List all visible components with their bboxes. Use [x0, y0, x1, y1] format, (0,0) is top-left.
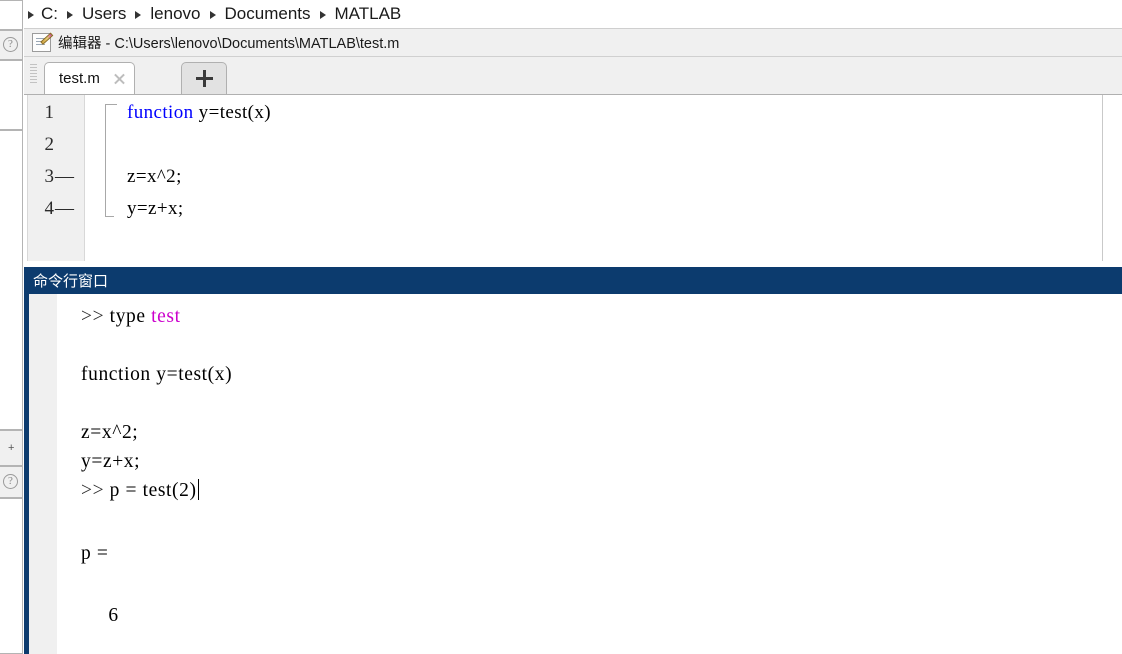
cw-line-2: function y=test(x) — [81, 364, 233, 385]
gutter-rail — [24, 95, 28, 261]
left-panel-help-slot-bottom: ? — [0, 466, 23, 498]
left-panel-help-slot-top: ? — [0, 30, 23, 60]
command-window-margin — [29, 294, 57, 654]
help-icon-top[interactable]: ? — [3, 37, 18, 52]
left-panel-body-fragment — [0, 130, 23, 430]
chevron-right-icon-3 — [209, 11, 216, 19]
cw-line-10: 6 — [81, 605, 119, 626]
column-guide-line — [1102, 95, 1103, 261]
close-icon[interactable] — [112, 72, 126, 86]
editor-title-text: 编辑器 - C:\Users\lenovo\Documents\MATLAB\t… — [58, 36, 400, 52]
code-fold-end — [105, 207, 114, 217]
editor-titlebar: 编辑器 - C:\Users\lenovo\Documents\MATLAB\t… — [24, 29, 1122, 57]
tab-label: test.m — [59, 70, 100, 87]
help-icon-bottom[interactable]: ? — [3, 474, 18, 489]
code-line-3: z=x^2; — [127, 166, 182, 187]
command-window-body: >> type test function y=test(x) z=x^2; y… — [24, 294, 1122, 654]
cw-cmd-6: p = test(2) — [109, 480, 197, 501]
code-editor-text-area[interactable]: function y=test(x) z=x^2; y=z+x; — [85, 95, 1122, 261]
plus-icon — [195, 70, 213, 87]
cw-line-4: z=x^2; — [81, 422, 139, 443]
cw-line-0: >> type test — [81, 302, 181, 331]
left-panel-top-fragment — [0, 0, 23, 30]
line-number-3: 3 — [44, 166, 55, 187]
tab-bar-grip-icon[interactable] — [30, 64, 37, 86]
left-panel-mid-fragment — [0, 60, 23, 130]
command-window-titlebar: 命令行窗口 — [24, 267, 1122, 294]
code-line-1: function y=test(x) — [127, 97, 271, 129]
breadcrumb-item-4[interactable]: MATLAB — [335, 4, 402, 24]
cw-line-5: y=z+x; — [81, 451, 141, 472]
cw-line-6: >> p = test(2) — [81, 476, 199, 505]
command-window-text-area[interactable]: >> type test function y=test(x) z=x^2; y… — [57, 294, 1122, 654]
breadcrumb-item-3[interactable]: Documents — [225, 4, 311, 24]
left-panel-expand-slot[interactable]: + — [0, 430, 23, 466]
executable-marker-3: — — [55, 166, 74, 187]
editor-document-pencil-icon — [32, 32, 54, 52]
breadcrumb-item-0[interactable]: C: — [41, 4, 58, 24]
chevron-right-icon-0 — [28, 11, 34, 19]
cw-prompt-0: >> — [81, 306, 110, 327]
text-cursor — [197, 479, 199, 500]
left-docked-panel-strip: ? + ? — [0, 0, 24, 654]
left-panel-bottom-fragment — [0, 498, 23, 654]
line-number-1: 1 — [44, 102, 55, 123]
chevron-right-icon-1 — [67, 11, 73, 19]
cw-cmd-0: type — [109, 306, 152, 327]
editor-tab-bar: test.m — [24, 57, 1122, 94]
command-window-title: 命令行窗口 — [33, 273, 109, 290]
cw-funcname-0: test — [151, 306, 181, 327]
chevron-right-icon-4 — [319, 11, 326, 19]
editor-gutter: 1 2 3 4 — — — [24, 95, 85, 261]
breadcrumb-item-2[interactable]: lenovo — [150, 4, 200, 24]
expand-icon[interactable]: + — [8, 443, 14, 454]
code-fold-stem — [105, 114, 106, 213]
chevron-right-icon-2 — [135, 11, 142, 19]
matlab-window: ? + ? C: Users lenovo Documents MATLAB 编… — [0, 0, 1122, 654]
line-number-4: 4 — [44, 198, 55, 219]
editor-body: 1 2 3 4 — — function y=test(x) z=x^2; y=… — [24, 94, 1122, 261]
tab-test-m[interactable]: test.m — [44, 62, 135, 94]
cw-line-8: p = — [81, 543, 109, 564]
cw-prompt-6: >> — [81, 480, 110, 501]
breadcrumb-item-1[interactable]: Users — [82, 4, 126, 24]
line-number-2: 2 — [44, 134, 55, 155]
code-fold-toggle-icon[interactable] — [105, 104, 117, 115]
code-keyword-function: function — [127, 102, 194, 123]
executable-marker-4: — — [55, 198, 74, 219]
code-line-1-rest: y=test(x) — [193, 102, 272, 123]
new-tab-button[interactable] — [181, 62, 227, 94]
breadcrumb[interactable]: C: Users lenovo Documents MATLAB — [24, 0, 1122, 29]
code-line-4: y=z+x; — [127, 198, 184, 219]
